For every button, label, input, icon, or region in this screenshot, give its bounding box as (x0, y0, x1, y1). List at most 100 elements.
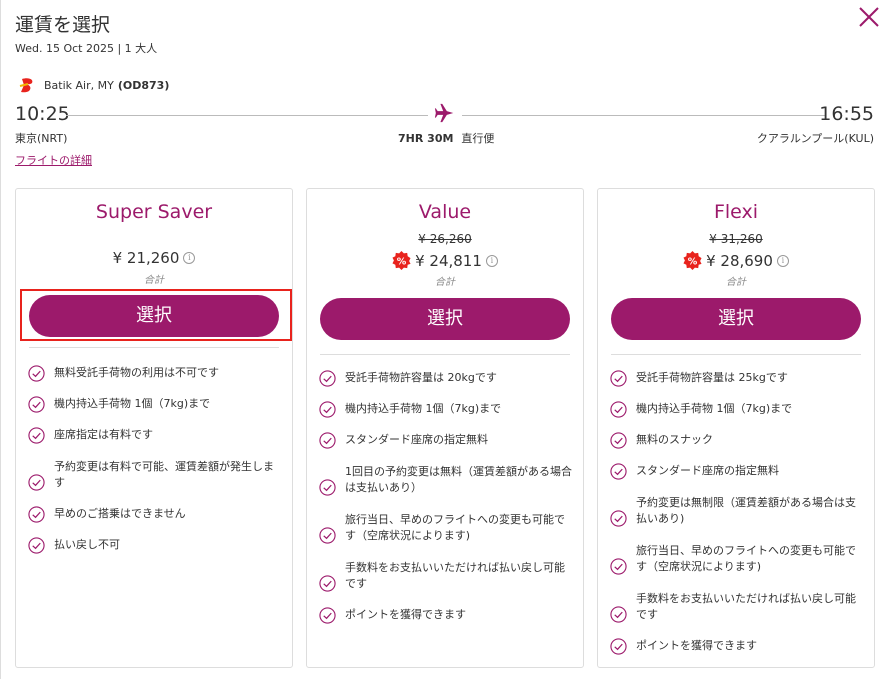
feature-text: 受託手荷物許容量は 20kgです (345, 371, 497, 384)
check-circle-icon (319, 607, 336, 624)
duration-value: 7HR 30M (398, 132, 454, 145)
feature-item: スタンダード座席の指定無料 (319, 432, 573, 463)
feature-text: スタンダード座席の指定無料 (345, 433, 488, 446)
check-circle-icon (610, 638, 627, 655)
fare-card-super-saver: Super Saver ¥ 21,260 i 合計 選択 無料受託手荷物の利用は… (15, 188, 293, 668)
feature-item: ポイントを獲得できます (319, 607, 573, 638)
feature-item: 予約変更は有料で可能、運賃差額が発生します (28, 458, 282, 506)
batik-air-logo-icon (19, 78, 33, 93)
feature-item: 機内持込手荷物 1個（7kg)まで (28, 396, 282, 427)
original-price: ¥ 31,260 (598, 232, 874, 246)
info-icon[interactable]: i (776, 254, 789, 267)
fare-selection-modal: 運賃を選択 Wed. 15 Oct 2025 | 1 大人 Batik Air,… (0, 0, 886, 679)
check-circle-icon (610, 557, 627, 575)
feature-item: 座席指定は有料です (28, 427, 282, 458)
total-label: 合計 (144, 275, 164, 286)
fare-name: Flexi (713, 201, 759, 223)
feature-list: 受託手荷物許容量は 20kgです 機内持込手荷物 1個（7kg)まで スタンダー… (319, 370, 573, 638)
feature-text: 機内持込手荷物 1個（7kg)まで (345, 402, 502, 415)
feature-text: 予約変更は有料で可能、運賃差額が発生します (54, 460, 274, 489)
feature-text: 早めのご搭乗はできません (54, 507, 186, 520)
page-title: 運賃を選択 (15, 14, 111, 36)
fare-price: % ¥ 28,690 i (598, 251, 874, 270)
feature-item: 1回目の予約変更は無料（運賃差額がある場合は支払いあり） (319, 463, 573, 511)
feature-text: ポイントを獲得できます (345, 608, 466, 621)
check-circle-icon (319, 526, 336, 544)
check-circle-icon (610, 370, 627, 387)
fare-name: Super Saver (95, 201, 213, 223)
check-circle-icon (319, 370, 336, 387)
feature-list: 受託手荷物許容量は 25kgです 機内持込手荷物 1個（7kg)まで 無料のスナ… (610, 370, 864, 669)
check-circle-icon (319, 574, 336, 592)
departure-city: 東京(NRT) (15, 132, 68, 145)
fare-card-value: Value ¥ 26,260 % ¥ 24,811 i 合計 選択 受託手荷物許… (306, 188, 584, 668)
arrival-city: クアラルンプール(KUL) (756, 132, 874, 145)
feature-list: 無料受託手荷物の利用は不可です 機内持込手荷物 1個（7kg)まで 座席指定は有… (28, 365, 282, 568)
check-circle-icon (610, 605, 627, 623)
feature-text: 払い戻し不可 (54, 538, 120, 551)
feature-item: 払い戻し不可 (28, 537, 282, 568)
check-circle-icon (319, 401, 336, 418)
info-icon[interactable]: i (485, 254, 498, 267)
airline-name: Batik Air, MY (44, 78, 114, 92)
fare-card-flexi: Flexi ¥ 31,260 % ¥ 28,690 i 合計 選択 受託手荷物許… (597, 188, 875, 668)
close-icon[interactable] (854, 4, 882, 32)
feature-text: 座席指定は有料です (54, 428, 153, 441)
info-icon[interactable]: i (183, 252, 196, 264)
feature-text: 1回目の予約変更は無料（運賃差額がある場合は支払いあり） (345, 465, 572, 494)
check-circle-icon (28, 396, 45, 413)
check-circle-icon (28, 427, 45, 444)
select-button-flexi[interactable]: 選択 (611, 298, 861, 340)
original-price-value: ¥ 31,260 (709, 232, 763, 246)
check-circle-icon (28, 506, 45, 523)
route-line-right (462, 115, 825, 116)
svg-text:%: % (688, 256, 698, 267)
check-circle-icon (28, 365, 45, 382)
feature-item: 無料のスナック (610, 432, 864, 463)
feature-item: 手数料をお支払いいただければ払い戻し可能です (610, 590, 864, 638)
flight-details-link[interactable]: フライトの詳細 (15, 152, 92, 168)
feature-text: 手数料をお支払いいただければ払い戻し可能です (636, 592, 856, 621)
feature-text: 予約変更は無制限（運賃差額がある場合は支払いあり) (636, 496, 856, 525)
feature-item: 予約変更は無制限（運賃差額がある場合は支払いあり) (610, 494, 864, 542)
feature-text: 無料受託手荷物の利用は不可です (54, 366, 219, 379)
fare-price: % ¥ 24,811 i (307, 251, 583, 270)
feature-item: 手数料をお支払いいただければ払い戻し可能です (319, 559, 573, 607)
feature-text: 無料のスナック (636, 433, 713, 446)
feature-item: 旅行当日、早めのフライトへの変更も可能です（空席状況によります) (610, 542, 864, 590)
feature-item: 受託手荷物許容量は 20kgです (319, 370, 573, 401)
original-price-value: ¥ 26,260 (418, 232, 472, 246)
feature-item: 機内持込手荷物 1個（7kg)まで (319, 401, 573, 432)
divider (29, 347, 279, 348)
price-value: ¥ 28,690 (706, 251, 773, 270)
trip-summary: Wed. 15 Oct 2025 | 1 大人 (15, 42, 158, 55)
arrival-time: 16:55 (819, 103, 874, 125)
feature-item: 受託手荷物許容量は 25kgです (610, 370, 864, 401)
feature-text: 機内持込手荷物 1個（7kg)まで (54, 397, 211, 410)
total-label: 合計 (435, 277, 455, 288)
plane-icon (434, 103, 454, 123)
select-button-value[interactable]: 選択 (320, 298, 570, 340)
price-value: ¥ 24,811 (415, 251, 482, 270)
feature-text: 手数料をお支払いいただければ払い戻し可能です (345, 561, 565, 590)
check-circle-icon (610, 401, 627, 418)
feature-item: 機内持込手荷物 1個（7kg)まで (610, 401, 864, 432)
feature-item: 早めのご搭乗はできません (28, 506, 282, 537)
feature-item: ポイントを獲得できます (610, 638, 864, 669)
check-circle-icon (610, 463, 627, 480)
selection-highlight (20, 289, 292, 341)
feature-text: ポイントを獲得できます (636, 639, 757, 652)
check-circle-icon (28, 537, 45, 554)
stops-label: 直行便 (461, 132, 495, 145)
check-circle-icon (28, 473, 45, 491)
feature-item: スタンダード座席の指定無料 (610, 463, 864, 494)
feature-item: 無料受託手荷物の利用は不可です (28, 365, 282, 396)
price-value: ¥ 21,260 (112, 249, 180, 267)
check-circle-icon (319, 432, 336, 449)
svg-text:%: % (397, 256, 407, 267)
discount-badge-icon: % (392, 251, 411, 270)
departure-time: 10:25 (15, 103, 70, 125)
total-label: 合計 (726, 277, 746, 288)
fare-price: ¥ 21,260 i (16, 249, 292, 267)
feature-text: 機内持込手荷物 1個（7kg)まで (636, 402, 793, 415)
